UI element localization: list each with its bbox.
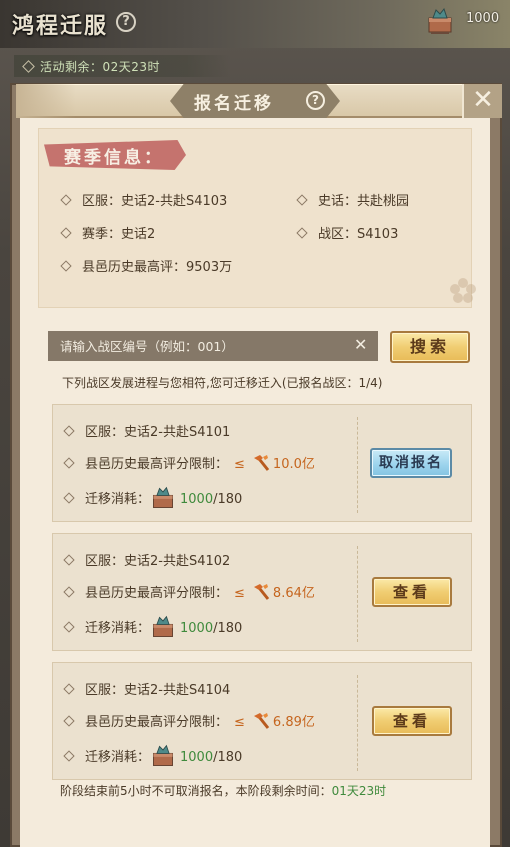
page-title: 鸿程迁服: [12, 13, 109, 39]
clear-icon[interactable]: ✕: [354, 335, 367, 354]
flower-decoration-icon: [450, 278, 476, 303]
header-ornament: [16, 84, 76, 118]
score-limit: 县邑历史最高评分限制： ≤6.89亿: [63, 711, 315, 731]
divider: [357, 675, 358, 771]
server-name: 区服：史话2-共赴S4102: [63, 550, 230, 569]
diamond-icon: [60, 260, 72, 272]
diamond-icon: [63, 683, 75, 695]
server-name: 区服：史话2-共赴S4101: [63, 421, 230, 440]
diamond-icon: [63, 586, 75, 598]
diamond-icon: [60, 194, 72, 206]
help-icon[interactable]: ?: [306, 91, 325, 110]
hammer-icon: [253, 455, 270, 471]
view-button[interactable]: 查看: [372, 577, 452, 607]
search-button[interactable]: 搜索: [390, 331, 470, 363]
server-name: 区服：史话2-共赴S4104: [63, 679, 230, 698]
footer-notice: 阶段结束前5小时不可取消报名，本阶段剩余时间：01天23时: [60, 784, 387, 798]
season-history: 史话：共赴桃园: [296, 190, 409, 209]
migration-chest-icon: [428, 7, 452, 34]
search-input[interactable]: [60, 337, 340, 355]
season-info-label: 赛季信息：: [64, 148, 164, 168]
dialog-title: 报名迁移: [194, 94, 274, 114]
hammer-icon: [253, 584, 270, 600]
migration-chest-icon: [153, 615, 173, 637]
help-icon[interactable]: ?: [116, 12, 136, 32]
migration-chest-icon: [153, 486, 173, 508]
diamond-icon: [63, 492, 75, 504]
season-best-score: 县邑历史最高评：9503万: [60, 256, 232, 275]
close-button[interactable]: ✕: [462, 84, 502, 118]
migration-cost: 迁移消耗： 1000/180: [63, 485, 242, 511]
migration-cost: 迁移消耗： 1000/180: [63, 743, 242, 769]
season-server: 区服：史话2-共赴S4103: [60, 190, 227, 209]
migration-chest-icon: [153, 744, 173, 766]
divider: [357, 546, 358, 642]
diamond-icon: [296, 194, 308, 206]
score-limit: 县邑历史最高评分限制： ≤10.0亿: [63, 453, 315, 473]
event-remaining-time: 活动剩余：02天23时: [40, 60, 161, 74]
season-zone: 战区：S4103: [296, 223, 398, 242]
resource-count: 1000: [466, 11, 500, 26]
score-limit: 县邑历史最高评分限制： ≤8.64亿: [63, 582, 315, 602]
diamond-icon: [296, 227, 308, 239]
stage-remaining-time: 01天23时: [331, 784, 387, 798]
divider: [357, 417, 358, 513]
diamond-icon: [63, 715, 75, 727]
migration-cost: 迁移消耗： 1000/180: [63, 614, 242, 640]
view-button[interactable]: 查看: [372, 706, 452, 736]
diamond-icon: [63, 621, 75, 633]
eligible-zones-hint: 下列战区发展进程与您相符,您可迁移迁入(已报名战区：1/4): [62, 376, 383, 390]
cancel-registration-button[interactable]: 取消报名: [370, 448, 452, 478]
season-name: 赛季：史话2: [60, 223, 155, 242]
diamond-icon: [63, 425, 75, 437]
hammer-icon: [253, 713, 270, 729]
diamond-icon: [60, 227, 72, 239]
diamond-icon: [63, 554, 75, 566]
diamond-icon: [63, 457, 75, 469]
diamond-icon: [63, 750, 75, 762]
